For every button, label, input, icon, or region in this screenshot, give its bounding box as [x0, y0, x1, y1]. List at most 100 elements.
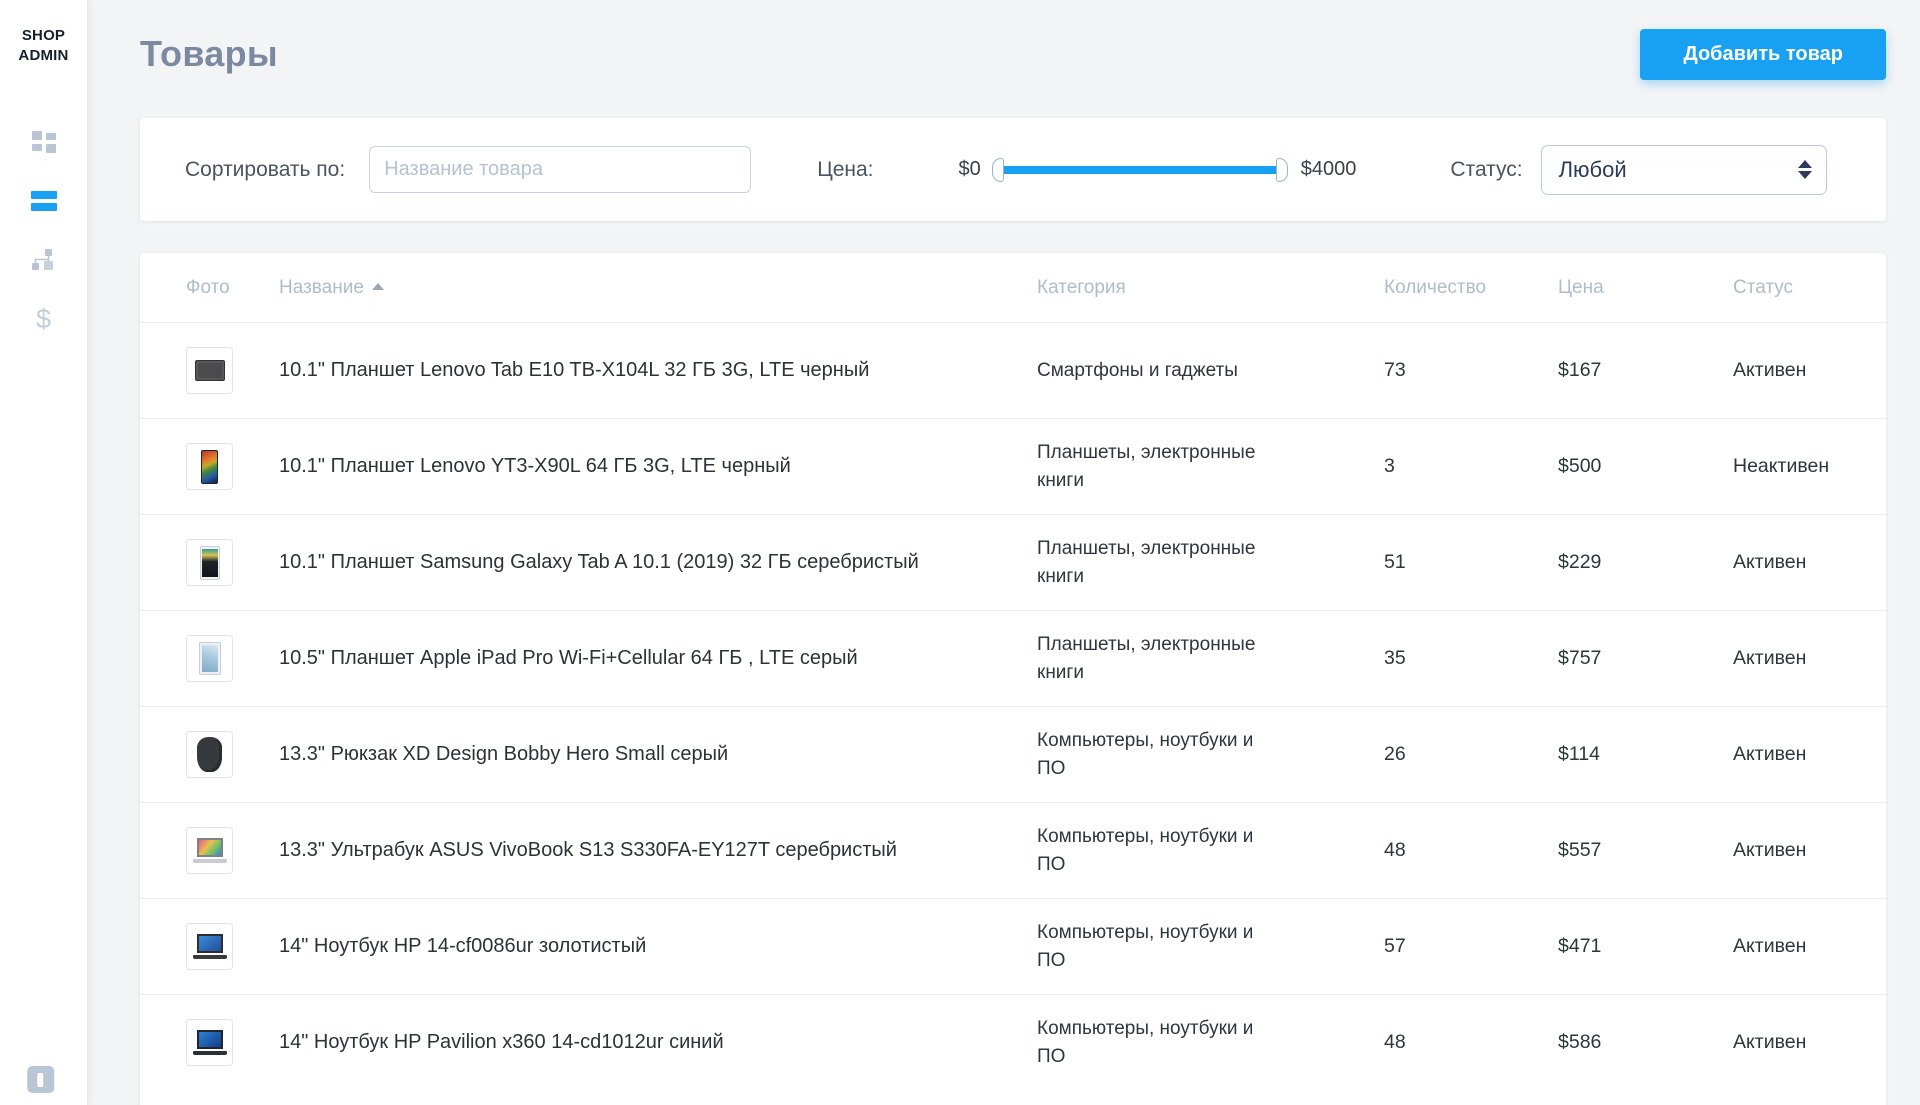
price-slider-handle-max[interactable] [1276, 158, 1288, 182]
table-body: 10.1" Планшет Lenovo Tab E10 TB-X104L 32… [140, 322, 1886, 1090]
sidebar-item-sales[interactable]: $ [31, 306, 57, 332]
sidebar-nav: $ [31, 129, 57, 332]
app-logo: SHOP ADMIN [18, 26, 68, 65]
product-quantity: 26 [1384, 743, 1558, 766]
product-photo-art [197, 737, 222, 772]
product-status: Активен [1733, 551, 1866, 574]
product-price: $114 [1558, 743, 1733, 766]
product-name: 13.3" Рюкзак XD Design Bobby Hero Small … [279, 743, 1037, 766]
table-row[interactable]: 10.1" Планшет Samsung Galaxy Tab A 10.1 … [140, 514, 1886, 610]
product-name: 10.1" Планшет Lenovo YT3-X90L 64 ГБ 3G, … [279, 455, 1037, 478]
product-photo-art [193, 1030, 227, 1056]
sidebar-item-dashboard[interactable] [31, 129, 57, 155]
column-header-photo[interactable]: Фото [186, 277, 279, 299]
collapse-bar-icon [37, 1073, 43, 1087]
table-row[interactable]: 10.1" Планшет Lenovo Tab E10 TB-X104L 32… [140, 322, 1886, 418]
status-select-value: Любой [1559, 157, 1627, 183]
product-photo-art [193, 838, 227, 864]
sidebar: SHOP ADMIN $ [0, 0, 88, 1105]
price-max-value: $4000 [1301, 158, 1357, 181]
product-category: Компьютеры, ноутбуки и ПО [1037, 823, 1287, 878]
price-label: Цена: [817, 158, 873, 182]
table-row[interactable]: 10.1" Планшет Lenovo YT3-X90L 64 ГБ 3G, … [140, 418, 1886, 514]
product-name: 13.3" Ультрабук ASUS VivoBook S13 S330FA… [279, 839, 1037, 862]
product-name: 10.1" Планшет Samsung Galaxy Tab A 10.1 … [279, 551, 1037, 574]
add-product-button[interactable]: Добавить товар [1640, 29, 1886, 80]
sort-label: Сортировать по: [185, 158, 345, 182]
column-header-quantity[interactable]: Количество [1384, 277, 1558, 299]
product-price: $557 [1558, 839, 1733, 862]
price-slider[interactable] [992, 158, 1288, 182]
product-photo-art [199, 642, 221, 675]
column-header-status[interactable]: Статус [1733, 277, 1866, 299]
product-quantity: 57 [1384, 935, 1558, 958]
sort-input[interactable] [369, 146, 751, 193]
product-photo [186, 443, 233, 490]
table-row[interactable]: 10.5" Планшет Apple iPad Pro Wi-Fi+Cellu… [140, 610, 1886, 706]
table-row[interactable]: 14" Ноутбук HP Pavilion x360 14-cd1012ur… [140, 994, 1886, 1090]
page-title: Товары [140, 33, 278, 75]
product-status: Активен [1733, 839, 1866, 862]
product-category: Компьютеры, ноутбуки и ПО [1037, 727, 1287, 782]
product-quantity: 48 [1384, 839, 1558, 862]
product-price: $167 [1558, 359, 1733, 382]
sidebar-collapse-button[interactable] [27, 1066, 54, 1093]
product-quantity: 73 [1384, 359, 1558, 382]
dashboard-grid-icon [32, 130, 56, 154]
table-row[interactable]: 13.3" Рюкзак XD Design Bobby Hero Small … [140, 706, 1886, 802]
product-status: Активен [1733, 359, 1866, 382]
product-status: Активен [1733, 1031, 1866, 1054]
filter-bar: Сортировать по: Цена: $0 $4000 Статус: Л… [140, 118, 1886, 221]
product-category: Планшеты, электронные книги [1037, 631, 1287, 686]
product-photo [186, 539, 233, 586]
product-photo-art [195, 360, 225, 381]
status-select[interactable]: Любой [1541, 145, 1827, 195]
product-status: Активен [1733, 935, 1866, 958]
logo-line-1: SHOP [18, 26, 68, 46]
product-status: Активен [1733, 743, 1866, 766]
product-photo [186, 1019, 233, 1066]
product-name: 10.1" Планшет Lenovo Tab E10 TB-X104L 32… [279, 359, 1037, 382]
product-category: Смартфоны и гаджеты [1037, 357, 1287, 385]
product-photo [186, 731, 233, 778]
column-header-category[interactable]: Категория [1037, 277, 1384, 299]
page-header: Товары Добавить товар [140, 26, 1886, 82]
sort-ascending-icon [372, 283, 384, 290]
table-row[interactable]: 14" Ноутбук HP 14-cf0086ur золотистый Ко… [140, 898, 1886, 994]
logo-line-2: ADMIN [18, 46, 68, 66]
price-slider-handle-min[interactable] [992, 158, 1004, 182]
sidebar-item-categories[interactable] [31, 247, 57, 273]
product-price: $757 [1558, 647, 1733, 670]
product-name: 14" Ноутбук HP Pavilion x360 14-cd1012ur… [279, 1031, 1037, 1054]
product-quantity: 35 [1384, 647, 1558, 670]
table-header-row: Фото Название Категория Количество Цена … [140, 253, 1886, 322]
product-price: $500 [1558, 455, 1733, 478]
select-spinner-icon [1798, 160, 1812, 179]
product-quantity: 48 [1384, 1031, 1558, 1054]
two-bars-icon [31, 191, 57, 211]
product-quantity: 3 [1384, 455, 1558, 478]
status-label: Статус: [1450, 158, 1522, 182]
column-header-price[interactable]: Цена [1558, 277, 1733, 299]
column-header-name[interactable]: Название [279, 277, 1037, 299]
sidebar-item-products-active[interactable] [31, 188, 57, 214]
product-photo [186, 347, 233, 394]
product-status: Неактивен [1733, 455, 1866, 478]
product-price: $586 [1558, 1031, 1733, 1054]
product-quantity: 51 [1384, 551, 1558, 574]
product-category: Планшеты, электронные книги [1037, 535, 1287, 590]
product-photo [186, 827, 233, 874]
price-slider-track [997, 166, 1283, 174]
product-name: 10.5" Планшет Apple iPad Pro Wi-Fi+Cellu… [279, 647, 1037, 670]
product-photo-art [193, 934, 227, 960]
main-content: Товары Добавить товар Сортировать по: Це… [88, 0, 1920, 1105]
product-category: Планшеты, электронные книги [1037, 439, 1287, 494]
table-row[interactable]: 13.3" Ультрабук ASUS VivoBook S13 S330FA… [140, 802, 1886, 898]
product-photo-art [200, 546, 220, 580]
product-photo [186, 923, 233, 970]
dollar-icon: $ [36, 304, 51, 335]
product-price: $229 [1558, 551, 1733, 574]
product-status: Активен [1733, 647, 1866, 670]
product-name: 14" Ноутбук HP 14-cf0086ur золотистый [279, 935, 1037, 958]
products-table: Фото Название Категория Количество Цена … [140, 253, 1886, 1105]
